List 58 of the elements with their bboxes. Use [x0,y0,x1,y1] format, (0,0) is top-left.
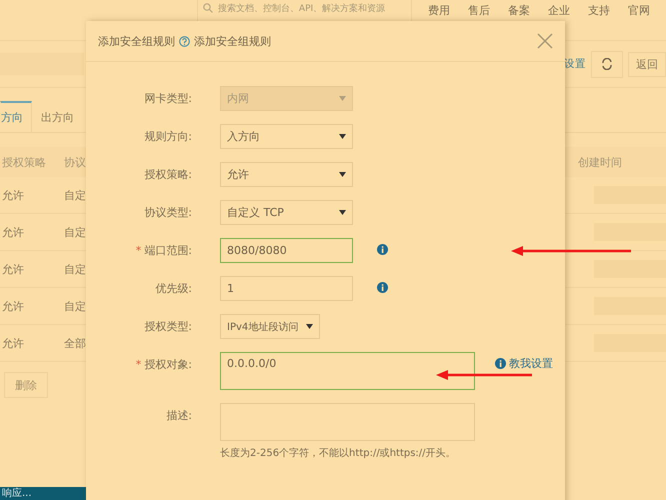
table-cell-text: 允许 [1,298,25,314]
field-label: 协议类型: [144,205,192,221]
nav-link[interactable]: 官网 [628,3,650,18]
help-link[interactable]: 添加安全组规则 [194,34,271,48]
settings-link[interactable]: 设置 [564,57,586,71]
refresh-icon [601,58,613,70]
nav-link[interactable]: 售后 [468,3,490,18]
caret-icon [339,172,346,177]
field-label: 网卡类型: [144,91,192,107]
field-label: 描述: [166,408,192,424]
table-cell-text: 自定 [64,224,87,240]
tab[interactable]: 方向 [0,101,32,132]
select-field[interactable]: 入方向 [220,124,353,149]
table-cell-text: 自定 [64,262,87,276]
field-label: 授权对象: [144,357,192,373]
text-area[interactable]: 0.0.0.0/0 [220,352,475,390]
close-icon [537,33,553,49]
field-label: 端口范围: [144,243,192,259]
select-field[interactable]: IPv4地址段访问 [220,314,320,339]
column-header: 协议 [64,154,87,170]
field-label: 优先级: [155,281,192,297]
field-label: 授权策略: [144,167,192,183]
text-area[interactable] [220,403,475,441]
nav-link[interactable]: 费用 [428,3,450,18]
dialog-title: 添加安全组规则 [98,34,175,48]
back-button[interactable]: 返回 [628,52,666,76]
table-cell-text: 允许 [1,336,25,350]
close-button[interactable] [537,33,553,49]
column-header: 创建时间 [578,154,623,170]
table-cell-text: 全部 [64,336,87,350]
search-icon [203,3,213,13]
table-cell-text: 允许 [1,188,25,202]
help-link[interactable]: 教我设置 [509,356,553,371]
field-label: 授权类型: [144,319,192,335]
select-field[interactable]: 允许 [220,162,353,187]
nav-link[interactable]: 企业 [548,3,570,18]
input-field[interactable]: 1 [220,276,353,301]
required-mark: * [136,243,142,259]
required-mark: * [136,357,142,373]
caret-icon [339,134,346,139]
table-cell-text: 自定 [64,298,87,314]
table-cell-text: 允许 [1,224,25,240]
hint-text: 长度为2-256个字符，不能以http://或https://开头。 [220,446,457,460]
tab[interactable]: 出方向 [32,101,83,132]
refresh-button[interactable] [591,50,623,78]
caret-icon [339,96,346,101]
caret-icon [339,210,346,215]
table-cell-text: 允许 [1,262,25,276]
column-header: 授权策略 [1,154,47,170]
select-field[interactable]: 自定义 TCP [220,200,353,225]
table-cell-text: 自定 [64,188,87,202]
input-field[interactable]: 8080/8080 [220,238,353,263]
field-label: 规则方向: [144,129,192,145]
nav-link[interactable]: 支持 [588,3,610,18]
help-icon [179,36,190,46]
nav-link[interactable]: 备案 [508,3,530,18]
info-icon [495,358,506,369]
caret-icon [306,324,314,329]
